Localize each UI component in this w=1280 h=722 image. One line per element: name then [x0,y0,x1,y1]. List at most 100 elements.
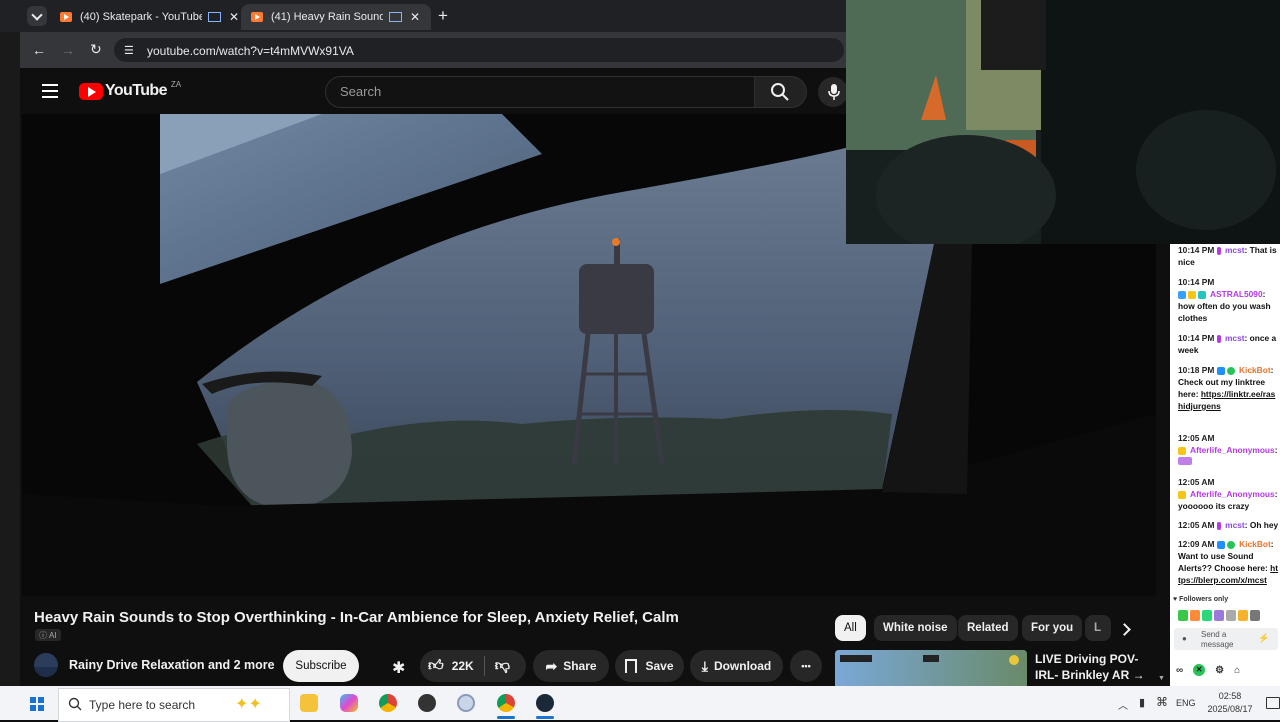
chat-text: Want to use Sound Alerts?? Choose here: [1178,551,1268,573]
like-dislike-group: 👍︎ 22K 👎︎ [420,650,526,682]
link-icon[interactable]: ∞ [1176,665,1183,676]
followers-only-notice: ♥ Followers only [1173,596,1228,603]
share-button[interactable]: ➦ Share [533,650,609,682]
chat-input-placeholder: Send a message [1201,630,1234,649]
close-tab-icon[interactable]: ✕ [410,10,420,24]
emote-icon [1202,610,1212,622]
webcam-image [846,0,1280,244]
obs-icon[interactable] [418,694,436,712]
emote-picker-icon[interactable]: ⚡ [1258,633,1269,644]
tray-mic-icon[interactable]: ▮ [1139,696,1145,709]
tab-heavy-rain[interactable]: (41) Heavy Rain Sounds to S ✕ [241,4,431,30]
dislike-button[interactable]: 👎︎ [495,657,510,675]
video-title: Heavy Rain Sounds to Stop Overthinking -… [34,609,679,626]
chat-text: Oh hey [1249,520,1279,530]
emote-icon [1238,610,1248,622]
more-actions-button[interactable]: ••• [790,650,822,682]
emote-icon [1178,610,1188,622]
chat-toolbar: ∞ ✕ ⚙ ⌂ [1176,662,1280,678]
like-button[interactable]: 👍︎ 22K [420,657,474,675]
chrome-icon[interactable] [379,694,397,712]
search-button[interactable] [754,76,807,108]
share-arrow-icon: ➦ [545,657,558,674]
channel-avatar[interactable] [34,653,58,677]
followers-only-label: Followers only [1179,596,1229,603]
close-tab-icon[interactable]: ✕ [229,10,239,24]
save-button[interactable]: Save [615,650,684,682]
like-count: 22K [451,659,474,673]
chat-username: mcst [1224,333,1245,343]
chat-time: 12:09 AM [1178,539,1215,549]
menu-icon[interactable] [42,84,58,98]
download-button[interactable]: ⤓ Download [690,650,783,682]
chip-related[interactable]: Related [958,615,1018,641]
chat-time: 10:14 PM [1178,277,1215,287]
tab-search-button[interactable] [27,6,47,26]
chat-username: Afterlife_Anonymous [1190,445,1275,455]
forward-button[interactable]: → [61,42,75,58]
search-icon [771,83,789,101]
chat-message: 12:05 AM Afterlife_Anonymous: [1178,432,1280,465]
search-input[interactable]: Search [325,76,756,108]
sparkle-icon[interactable]: ✱ [392,658,405,678]
channel-name[interactable]: Rainy Drive Relaxation and 2 more [69,658,275,672]
screen-share-icon [208,12,221,22]
share-label: Share [563,659,597,673]
notification-icon[interactable] [1266,697,1280,709]
recommended-video-title[interactable]: LIVE Driving POV- IRL- Brinkley AR → [1035,651,1145,683]
chat-time: 10:14 PM [1178,245,1215,255]
chip-for-you[interactable]: For you [1022,615,1083,641]
taskbar-clock[interactable]: 02:58 2025/08/17 [1204,690,1256,716]
webcam-overlay [846,0,1280,244]
tray-network-icon[interactable]: ⌘ [1156,695,1168,709]
tray-chevron-up-icon[interactable]: ︿ [1118,697,1128,712]
chip-all[interactable]: All [835,615,866,641]
taskbar-active-indicator [497,716,515,719]
emote-bar[interactable] [1178,610,1280,622]
screen-share-icon [389,12,402,22]
page-scrollbar-arrow[interactable]: ▼ [1158,675,1165,682]
taskbar-search-box[interactable]: Type here to search ✦✦ [58,688,290,722]
youtube-logo[interactable]: YouTube ZA [79,80,181,100]
file-explorer-icon[interactable] [300,694,318,712]
mic-badge-icon [1216,334,1221,343]
windows-start-button[interactable] [30,697,44,711]
language-indicator[interactable]: ENG [1176,698,1196,708]
search-placeholder: Search [340,84,382,99]
gift-icon[interactable]: ⌂ [1234,665,1240,676]
recommended-title-line2: IRL- Brinkley AR → [1035,668,1145,682]
copilot-icon[interactable] [340,694,358,712]
thumbs-up-icon: 👍︎ [428,657,444,674]
chip-white-noise[interactable]: White noise [874,615,957,641]
back-button[interactable]: ← [32,42,46,58]
kick-icon[interactable]: ✕ [1193,664,1206,676]
steam-icon[interactable] [536,694,554,712]
left-window-edge [0,32,20,686]
microphone-icon [828,84,840,100]
chat-time: 10:18 PM [1178,365,1215,375]
emote-icon [1250,610,1260,622]
gift-badge-icon [1198,290,1206,299]
voice-search-button[interactable] [818,77,848,107]
chat-time: 10:14 PM [1178,333,1215,343]
chrome-profile-icon[interactable] [497,694,515,712]
snipping-tool-icon[interactable] [457,694,475,712]
chips-next-button[interactable] [1112,617,1136,641]
bot-badge-icon [1216,540,1225,549]
site-settings-icon[interactable]: ☰ [124,44,134,57]
clock-time: 02:58 [1218,691,1242,701]
new-tab-button[interactable]: + [438,6,448,26]
ai-label: ⓘ AI [35,629,61,641]
chat-input[interactable]: ● Send a message ⚡ [1174,628,1278,650]
url-text[interactable]: youtube.com/watch?v=t4mMVWx91VA [147,44,354,58]
reload-button[interactable]: ↻ [90,41,102,58]
recommended-video-thumbnail[interactable] [835,650,1027,686]
tab-skatepark[interactable]: (40) Skatepark - YouTube ✕ [50,4,240,30]
subscribe-button[interactable]: Subscribe [283,650,359,682]
chat-time: 12:05 AM [1178,477,1215,487]
divider [483,656,485,676]
thumbnail-speed-badge [923,655,939,662]
chip-overflow[interactable]: L [1085,615,1111,641]
gear-icon[interactable]: ⚙ [1215,665,1224,676]
chat-message: 10:18 PM KickBot: Check out my linktree … [1178,365,1276,411]
